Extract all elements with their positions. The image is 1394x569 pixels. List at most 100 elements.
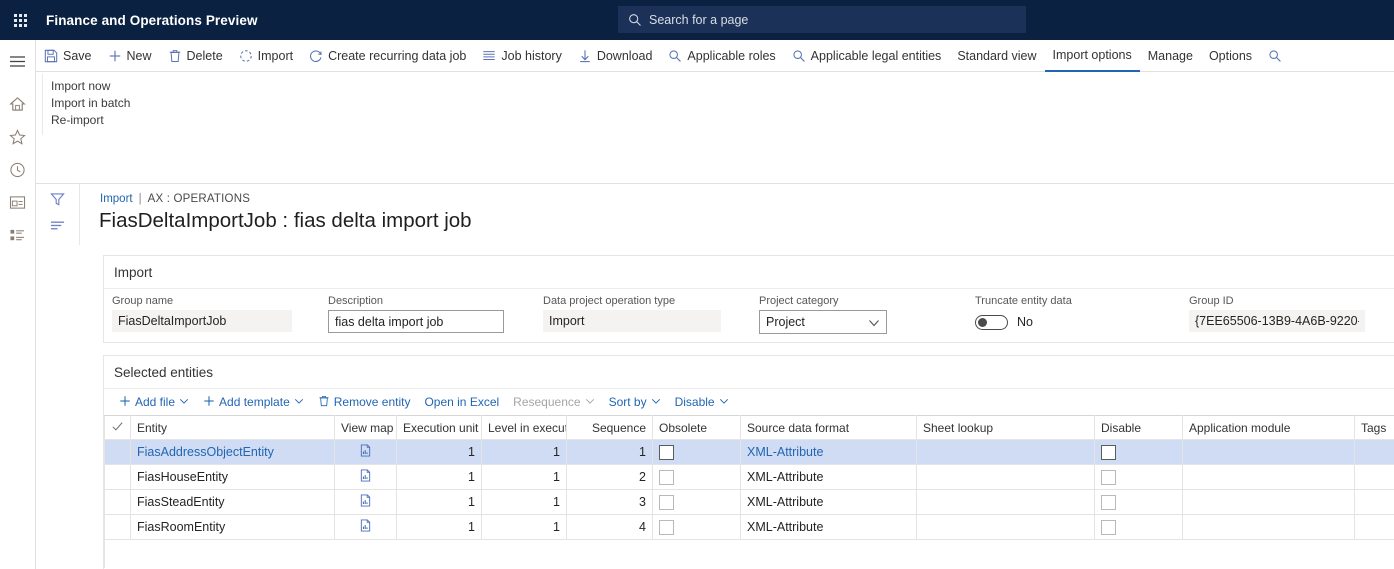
- new-button[interactable]: New: [100, 40, 160, 71]
- column-view-map[interactable]: View map: [334, 415, 397, 440]
- cell-obsolete: [652, 514, 741, 540]
- workspaces-icon[interactable]: [0, 186, 36, 219]
- menu-item-import-in-batch[interactable]: Import in batch: [43, 95, 222, 112]
- group-id-input[interactable]: [1189, 310, 1365, 332]
- save-button[interactable]: Save: [36, 40, 100, 71]
- obsolete-checkbox[interactable]: [659, 494, 674, 510]
- applicable-legal-entities-button[interactable]: Applicable legal entities: [784, 40, 950, 71]
- column-disable[interactable]: Disable: [1094, 415, 1183, 440]
- column-entity[interactable]: Entity: [130, 415, 335, 440]
- disable-button[interactable]: Disable: [668, 390, 736, 414]
- cell-level-in-execution: 1: [481, 464, 567, 490]
- obsolete-checkbox[interactable]: [659, 469, 674, 485]
- data-project-operation-type-input[interactable]: [543, 310, 721, 332]
- description-input[interactable]: [328, 310, 504, 333]
- column-level-in-execution[interactable]: Level in executi...: [481, 415, 567, 440]
- sort-by-button[interactable]: Sort by: [602, 390, 668, 414]
- cell-execution-unit: 1: [396, 464, 482, 490]
- obsolete-checkbox[interactable]: [659, 519, 674, 535]
- breadcrumb-link-import[interactable]: Import: [100, 193, 133, 205]
- cell-row-selector[interactable]: [104, 489, 131, 515]
- column-sequence[interactable]: Sequence: [566, 415, 653, 440]
- column-select-all[interactable]: [104, 415, 131, 440]
- download-label: Download: [596, 48, 653, 63]
- data-project-operation-type-label: Data project operation type: [543, 295, 676, 307]
- remove-entity-label: Remove entity: [333, 395, 411, 409]
- disable-checkbox[interactable]: [1101, 494, 1116, 510]
- column-obsolete[interactable]: Obsolete: [652, 415, 741, 440]
- grid-empty-area: [104, 540, 1394, 568]
- navigation-menu-icon[interactable]: [0, 45, 36, 78]
- list-icon: [482, 49, 496, 63]
- cell-view-map: [334, 464, 397, 490]
- job-history-button[interactable]: Job history: [474, 40, 569, 71]
- field-group-id: Group ID: [1189, 295, 1365, 332]
- cell-execution-unit: 1: [396, 514, 482, 540]
- tab-standard-view[interactable]: Standard view: [949, 40, 1044, 71]
- toggle-switch[interactable]: [975, 314, 1008, 330]
- home-icon[interactable]: [0, 87, 36, 120]
- page-search-box[interactable]: Search for a page: [618, 6, 1026, 33]
- disable-checkbox[interactable]: [1101, 519, 1116, 535]
- new-label: New: [126, 48, 152, 63]
- cell-row-selector[interactable]: [104, 439, 131, 465]
- cell-row-selector[interactable]: [104, 464, 131, 490]
- cell-source-data-format: XML-Attribute: [740, 489, 917, 515]
- column-execution-unit-label: Execution unit: [403, 420, 479, 435]
- truncate-entity-data-toggle[interactable]: No: [975, 310, 1072, 334]
- import-icon: [239, 49, 253, 63]
- add-template-button[interactable]: Add template: [196, 390, 311, 414]
- table-row[interactable]: FiasRoomEntity 1 1 4 XML-Attribute: [104, 514, 1394, 540]
- cell-obsolete: [652, 439, 741, 465]
- disable-checkbox[interactable]: [1101, 469, 1116, 485]
- tab-options[interactable]: Options: [1201, 40, 1260, 71]
- column-source-data-format[interactable]: Source data format: [740, 415, 917, 440]
- menu-item-import-now[interactable]: Import now: [43, 78, 222, 95]
- create-recurring-data-job-label: Create recurring data job: [328, 48, 467, 63]
- column-application-module[interactable]: Application module: [1182, 415, 1355, 440]
- column-execution-unit[interactable]: Execution unit ↑: [396, 415, 482, 440]
- table-row[interactable]: FiasSteadEntity 1 1 3 XML-Attribute: [104, 489, 1394, 515]
- remove-entity-button[interactable]: Remove entity: [311, 390, 418, 414]
- table-row[interactable]: FiasAddressObjectEntity 1 1 1 XML-Attribute: [104, 439, 1394, 465]
- disable-checkbox[interactable]: [1101, 444, 1116, 460]
- resequence-label: Resequence: [513, 395, 581, 409]
- project-category-select[interactable]: Project: [759, 310, 887, 334]
- tab-options-label: Options: [1208, 48, 1253, 63]
- recurring-icon: [309, 49, 323, 63]
- cell-disable: [1094, 464, 1183, 490]
- modules-list-icon[interactable]: [0, 219, 36, 252]
- column-sheet-lookup[interactable]: Sheet lookup: [916, 415, 1095, 440]
- cell-sequence: 4: [566, 514, 653, 540]
- recent-clock-icon[interactable]: [0, 153, 36, 186]
- favorites-star-icon[interactable]: [0, 120, 36, 153]
- filter-icon[interactable]: [50, 192, 65, 207]
- group-name-input[interactable]: [112, 310, 292, 332]
- import-button[interactable]: Import: [231, 40, 301, 71]
- column-tags[interactable]: Tags: [1354, 415, 1394, 440]
- applicable-roles-button[interactable]: Applicable roles: [660, 40, 783, 71]
- create-recurring-data-job-button[interactable]: Create recurring data job: [301, 40, 474, 71]
- download-button[interactable]: Download: [570, 40, 661, 71]
- command-bar-search-button[interactable]: [1260, 40, 1290, 71]
- cell-entity: FiasAddressObjectEntity: [130, 439, 335, 465]
- magnifier-icon: [792, 49, 806, 63]
- group-name-label: Group name: [112, 295, 174, 307]
- tab-manage[interactable]: Manage: [1140, 40, 1201, 71]
- cell-sheet-lookup: [916, 439, 1095, 465]
- delete-button[interactable]: Delete: [160, 40, 231, 71]
- menu-item-re-import[interactable]: Re-import: [43, 112, 222, 129]
- lines-icon[interactable]: [50, 219, 65, 231]
- cell-disable: [1094, 489, 1183, 515]
- obsolete-checkbox[interactable]: [659, 444, 674, 460]
- cell-application-module: [1182, 514, 1355, 540]
- tab-import-options[interactable]: Import options: [1044, 40, 1140, 72]
- breadcrumb: Import | AX : OPERATIONS: [100, 193, 250, 205]
- field-truncate-entity-data: Truncate entity data No: [975, 295, 1072, 334]
- add-file-button[interactable]: Add file: [112, 390, 196, 414]
- cell-row-selector[interactable]: [104, 514, 131, 540]
- cell-view-map: [334, 489, 397, 515]
- table-row[interactable]: FiasHouseEntity 1 1 2 XML-Attribute: [104, 464, 1394, 490]
- app-launcher-icon[interactable]: [0, 0, 40, 40]
- open-in-excel-button[interactable]: Open in Excel: [417, 390, 506, 414]
